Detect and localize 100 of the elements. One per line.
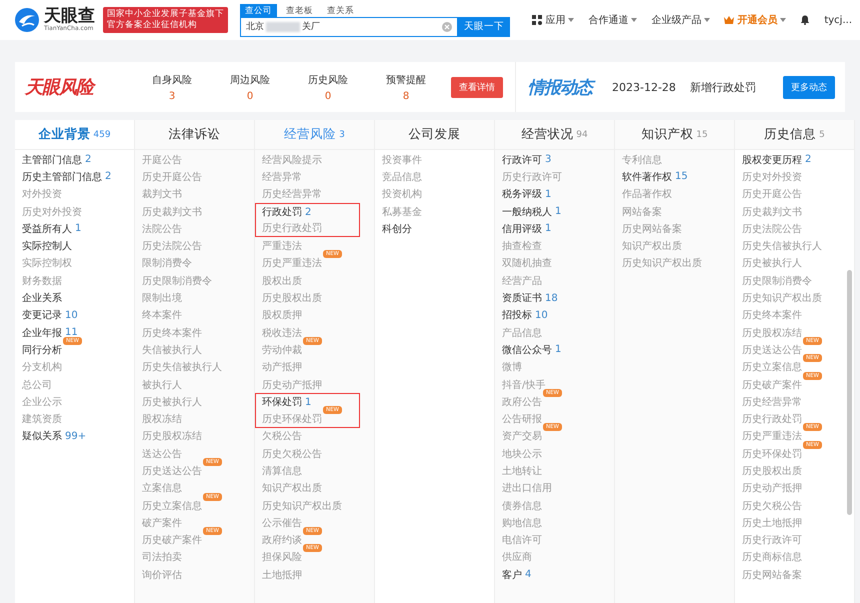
category-link[interactable]: 投资机构 (382, 187, 422, 202)
category-link[interactable]: 历史裁判文书 (742, 204, 802, 219)
category-link[interactable]: 历史行政许可 (502, 170, 562, 184)
category-link[interactable]: 公告研报 (502, 412, 542, 426)
category-link[interactable]: 建筑资质 (22, 412, 62, 426)
category-link[interactable]: 历史被执行人 (742, 256, 802, 270)
category-tab[interactable]: 法律诉讼 (135, 120, 254, 150)
category-link[interactable]: 历史对外投资 (742, 170, 802, 184)
category-link[interactable]: 地块公示 (502, 446, 542, 461)
scrollbar[interactable] (847, 270, 852, 515)
category-link[interactable]: 抖音/快手 (502, 378, 546, 392)
category-link[interactable]: 送达公告 (142, 446, 182, 461)
category-link[interactable]: 历史法院公告 (742, 222, 802, 236)
search-tab[interactable]: 查关系 (322, 4, 359, 16)
category-link[interactable]: 历史终本案件 (742, 308, 802, 322)
category-link[interactable]: 历史动产抵押 (742, 481, 802, 496)
category-link[interactable]: 客户 4 (502, 568, 532, 582)
category-link[interactable]: 严重违法 (262, 239, 302, 254)
search-button[interactable]: 天眼一下 (458, 16, 510, 36)
category-link[interactable]: 信用评级 1 (502, 222, 552, 236)
category-link[interactable]: 历史网站备案 (742, 568, 802, 582)
category-link[interactable]: 公示催告 (262, 516, 302, 530)
category-link[interactable]: 财务数据 (22, 274, 62, 288)
category-link[interactable]: 总公司 (22, 378, 52, 392)
category-link[interactable]: 实际控制人 (22, 239, 72, 254)
category-link[interactable]: 疑似关系 99+ (22, 429, 86, 444)
category-link[interactable]: 历史网站备案 (622, 222, 682, 236)
nav-menu[interactable]: 开通会员 (724, 13, 786, 27)
category-link[interactable]: 变更记录 10 (22, 308, 78, 322)
nav-menu[interactable]: 企业级产品 (651, 13, 710, 27)
category-link[interactable]: 历史开庭公告 (742, 187, 802, 202)
bell-icon[interactable] (800, 15, 810, 25)
category-link[interactable]: 历史失信被执行人 (142, 360, 222, 374)
category-link[interactable]: 私募基金 (382, 204, 422, 219)
category-link[interactable]: 科创分 (382, 222, 412, 236)
category-link[interactable]: 税务评级 1 (502, 187, 552, 202)
category-link[interactable]: 投资事件 (382, 152, 422, 167)
category-link[interactable]: 土地抵押 (262, 568, 302, 582)
category-link[interactable]: 被执行人 (142, 378, 182, 392)
category-link[interactable]: 询价评估 (142, 568, 182, 582)
category-link[interactable]: 购地信息 (502, 516, 542, 530)
category-link[interactable]: 土地转让 (502, 464, 542, 478)
category-link[interactable]: 法院公告 (142, 222, 182, 236)
category-link[interactable]: 历史法院公告 (142, 239, 202, 254)
category-link[interactable]: 对外投资 (22, 187, 62, 202)
category-link[interactable]: 进出口信用 (502, 481, 552, 496)
category-link[interactable]: 清算信息 (262, 464, 302, 478)
category-link[interactable]: 历史主管部门信息 2 (22, 170, 112, 184)
category-tab[interactable]: 知识产权 15 (615, 120, 734, 150)
category-link[interactable]: 历史股权冻结 (142, 429, 202, 444)
category-link[interactable]: 抽查检查 (502, 239, 542, 254)
category-link[interactable]: 历史限制消费令 (742, 274, 812, 288)
category-link[interactable]: 历史经营异常 (262, 187, 322, 202)
category-link[interactable]: 历史裁判文书 (142, 204, 202, 219)
category-link[interactable]: 股权冻结 (142, 412, 182, 426)
search-tab[interactable]: 查公司 (240, 4, 277, 16)
category-link[interactable]: 欠税公告 (262, 429, 302, 444)
category-link[interactable]: 历史对外投资 (22, 204, 82, 219)
category-tab[interactable]: 经营状况 94 (495, 120, 614, 150)
category-link[interactable]: 司法拍卖 (142, 550, 182, 564)
category-link[interactable]: 历史行政处罚 (742, 412, 802, 426)
category-link[interactable]: 分支机构 (22, 360, 62, 374)
category-link[interactable]: 产品信息 (502, 326, 542, 340)
category-link[interactable]: 历史股权出质 (262, 291, 322, 306)
category-link[interactable]: 电信许可 (502, 533, 542, 548)
category-link[interactable]: 历史动产抵押 (262, 378, 322, 392)
category-link[interactable]: 立案信息 (142, 481, 182, 496)
category-link[interactable]: 失信被执行人 (142, 342, 202, 357)
category-link[interactable]: 招投标 10 (502, 308, 548, 322)
search-field[interactable]: 北京 关厂 (240, 16, 458, 36)
category-link[interactable]: 双随机抽查 (502, 256, 552, 270)
category-link[interactable]: 一般纳税人 1 (502, 204, 562, 219)
category-tab[interactable]: 经营风险 3 (255, 120, 374, 150)
category-link[interactable]: 微博 (502, 360, 522, 374)
category-link[interactable]: 历史股权出质 (742, 464, 802, 478)
nav-menu[interactable]: 应用 (532, 13, 574, 27)
category-link[interactable]: 限制消费令 (142, 256, 192, 270)
clear-icon[interactable] (442, 22, 452, 32)
category-link[interactable]: 软件著作权 15 (622, 170, 688, 184)
category-link[interactable]: 网站备案 (622, 204, 662, 219)
category-link[interactable]: 企业关系 (22, 291, 62, 306)
category-link[interactable]: 知识产权出质 (262, 481, 322, 496)
user-name[interactable]: tycj... (824, 14, 852, 26)
nav-menu[interactable]: 合作通道 (588, 13, 638, 27)
category-link[interactable]: 企业公示 (22, 394, 62, 409)
category-link[interactable]: 历史行政许可 (742, 533, 802, 548)
category-link[interactable]: 供应商 (502, 550, 532, 564)
category-link[interactable]: 历史经营异常 (742, 394, 802, 409)
category-link[interactable]: 历史被执行人 (142, 394, 202, 409)
category-link[interactable]: 破产案件 (142, 516, 182, 530)
details-button[interactable]: 查看详情 (451, 76, 503, 98)
category-link[interactable]: 实际控制权 (22, 256, 72, 270)
category-tab[interactable]: 历史信息 5 (735, 120, 854, 150)
category-link[interactable]: 历史商标信息 (742, 550, 802, 564)
category-link[interactable]: 历史限制消费令 (142, 274, 212, 288)
category-link[interactable]: 限制出境 (142, 291, 182, 306)
category-link[interactable]: 动产抵押 (262, 360, 302, 374)
category-link[interactable]: 债券信息 (502, 498, 542, 513)
category-link[interactable]: 历史土地抵押 (742, 516, 802, 530)
category-link[interactable]: 历史知识产权出质 (262, 498, 342, 513)
